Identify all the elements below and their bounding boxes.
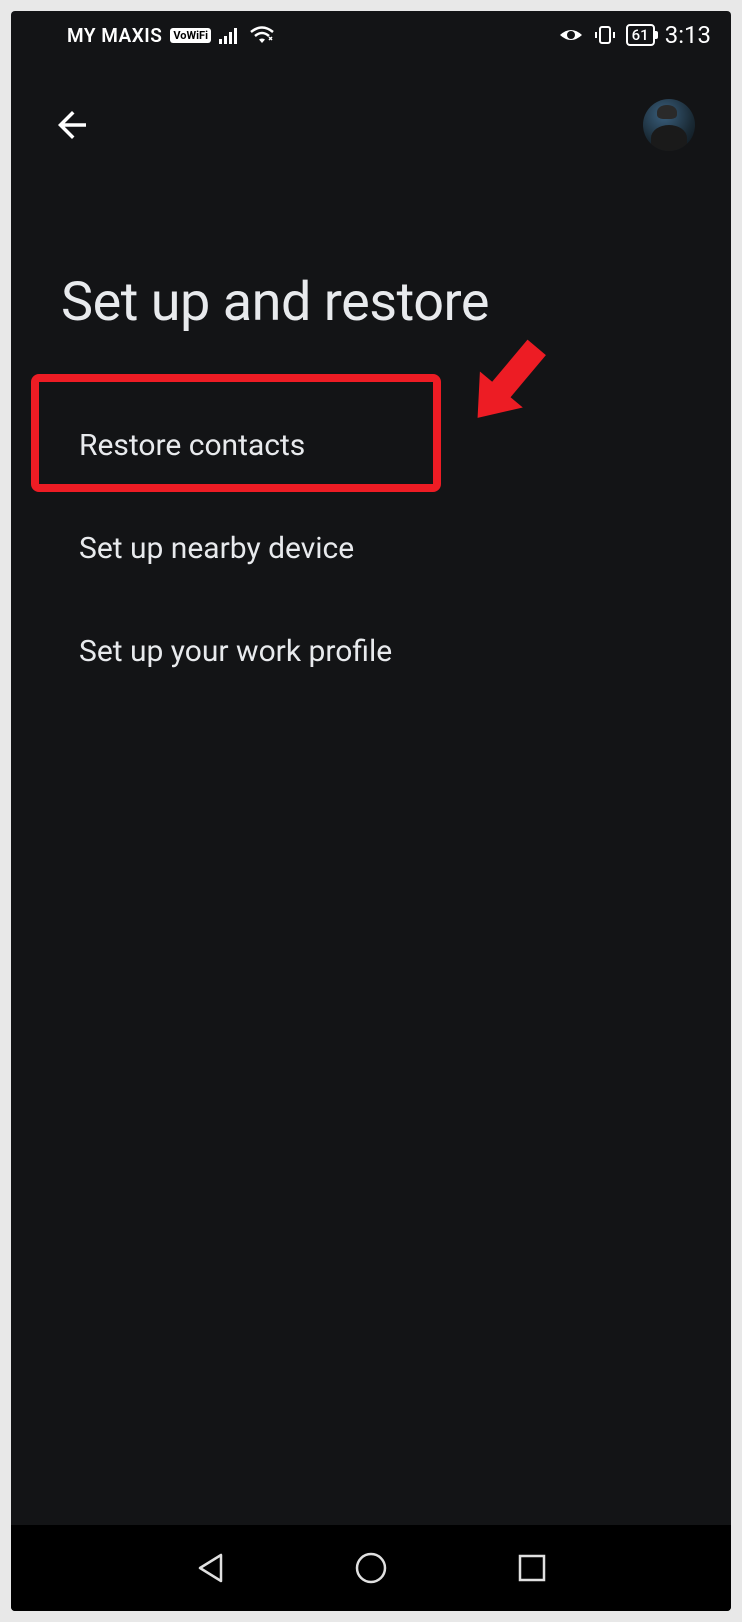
menu-item-restore-contacts[interactable]: Restore contacts	[11, 394, 731, 497]
battery-icon: 61	[626, 24, 655, 46]
triangle-back-icon	[195, 1551, 225, 1585]
nav-back-button[interactable]	[195, 1551, 225, 1585]
carrier-label: MY MAXIS	[67, 24, 162, 47]
circle-home-icon	[354, 1551, 388, 1585]
status-right: 61 3:13	[558, 21, 711, 49]
status-bar: MY MAXIS VoWiFi	[11, 11, 731, 59]
signal-icon	[219, 26, 241, 44]
wifi-icon	[249, 25, 275, 45]
vibrate-icon	[594, 24, 616, 46]
menu-list: Restore contacts Set up nearby device Se…	[11, 394, 731, 703]
vowifi-badge: VoWiFi	[170, 28, 211, 43]
arrow-back-icon	[51, 104, 93, 146]
menu-item-setup-nearby-device[interactable]: Set up nearby device	[11, 497, 731, 600]
device-frame: MY MAXIS VoWiFi	[11, 11, 731, 1611]
eye-icon	[558, 26, 584, 44]
app-header	[11, 59, 731, 171]
nav-recent-button[interactable]	[517, 1553, 547, 1583]
page-title: Set up and restore	[11, 171, 731, 394]
menu-item-setup-work-profile[interactable]: Set up your work profile	[11, 600, 731, 703]
square-recent-icon	[517, 1553, 547, 1583]
clock-label: 3:13	[665, 21, 711, 49]
nav-home-button[interactable]	[354, 1551, 388, 1585]
navigation-bar	[11, 1525, 731, 1611]
avatar[interactable]	[643, 99, 695, 151]
back-button[interactable]	[51, 104, 93, 146]
status-left: MY MAXIS VoWiFi	[67, 24, 275, 47]
